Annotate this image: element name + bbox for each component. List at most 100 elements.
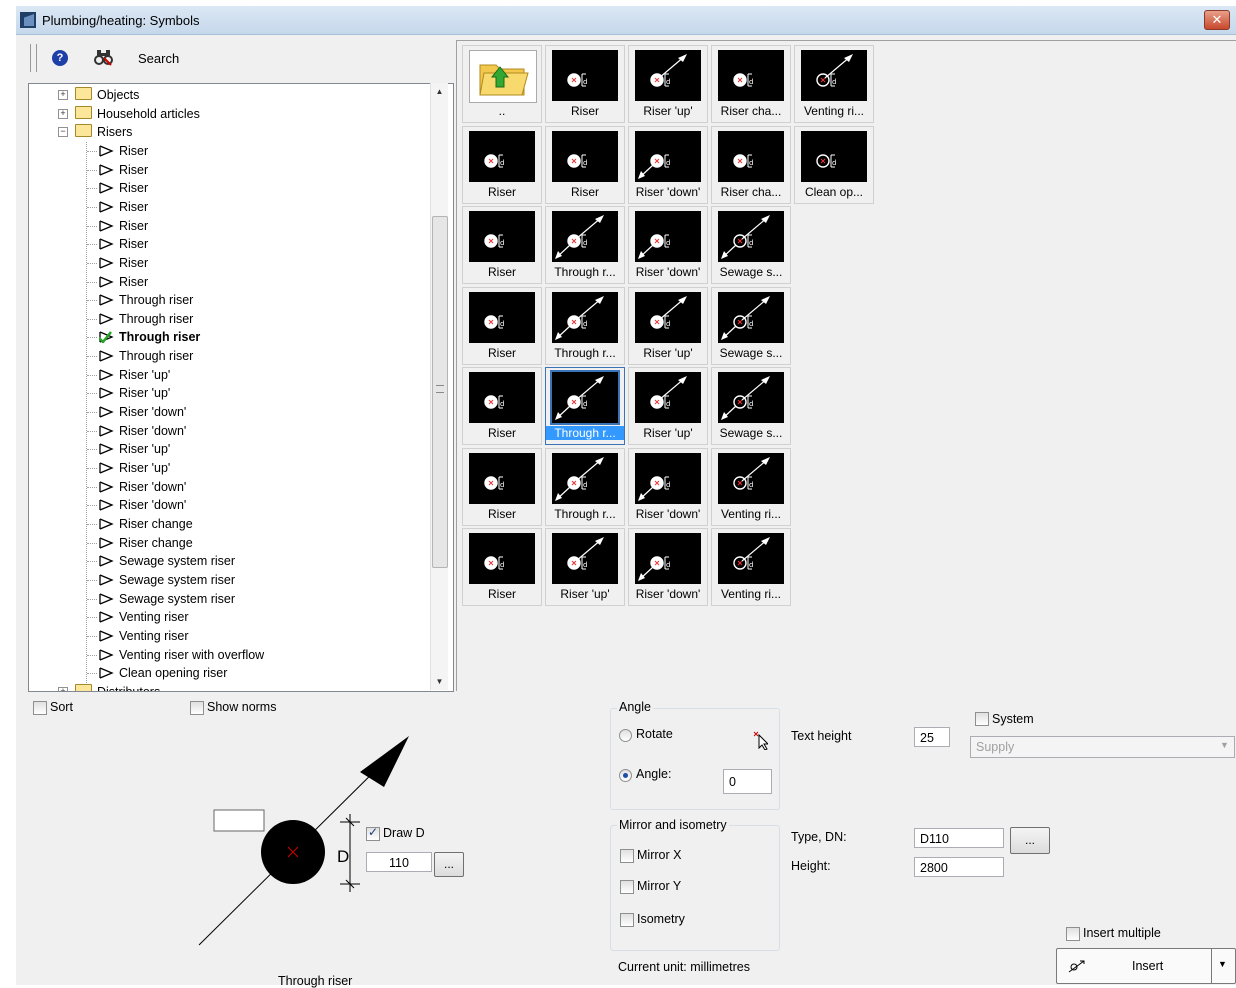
- symbol-tile[interactable]: d Riser cha...: [711, 125, 791, 204]
- symbol-tile[interactable]: d Riser: [545, 125, 625, 204]
- tree-item[interactable]: Sewage system riser: [99, 552, 235, 570]
- tree-item[interactable]: Through riser: [99, 328, 200, 346]
- height-input[interactable]: 2800: [914, 857, 1004, 877]
- tree-item[interactable]: Venting riser: [99, 608, 188, 626]
- tree-folder-objects[interactable]: Objects: [75, 86, 139, 104]
- symbol-tile[interactable]: d Riser 'up': [628, 45, 708, 123]
- close-button[interactable]: ✕: [1204, 10, 1230, 30]
- tree-item[interactable]: Riser change: [99, 534, 193, 552]
- symbol-tile[interactable]: d Riser: [462, 286, 542, 365]
- symbol-tile[interactable]: d Riser 'down': [628, 528, 708, 606]
- system-select[interactable]: Supply: [970, 736, 1235, 758]
- symbol-tile[interactable]: d Riser: [462, 206, 542, 284]
- tree-item[interactable]: Riser: [99, 235, 148, 253]
- tree-item[interactable]: Clean opening riser: [99, 664, 227, 682]
- symbol-tile[interactable]: d Through r...: [545, 447, 625, 526]
- pick-cursor-icon[interactable]: [752, 730, 770, 753]
- tree-item[interactable]: Sewage system riser: [99, 571, 235, 589]
- tree-item[interactable]: Through riser: [99, 310, 193, 328]
- tree-item[interactable]: Riser 'down': [99, 496, 186, 514]
- insert-dropdown-icon[interactable]: ▼: [1218, 959, 1227, 969]
- symbol-tile[interactable]: d Through r...: [545, 367, 625, 445]
- help-icon[interactable]: ?: [52, 50, 68, 66]
- binoculars-icon[interactable]: [94, 48, 114, 71]
- symbol-tile[interactable]: d Sewage s...: [711, 367, 791, 445]
- symbol-tree[interactable]: + Objects + Household articles − Risers Riser R…: [28, 83, 454, 692]
- symbol-tile[interactable]: ..: [462, 45, 542, 123]
- tree-scrollbar[interactable]: ▲ ▼: [430, 83, 448, 690]
- tree-expander[interactable]: +: [58, 108, 68, 119]
- angle-radio[interactable]: [619, 769, 632, 782]
- d-browse-button[interactable]: ...: [434, 852, 464, 877]
- scroll-up-icon[interactable]: ▲: [431, 83, 448, 100]
- system-checkbox[interactable]: [975, 712, 989, 726]
- symbol-tile[interactable]: d Riser 'down': [628, 447, 708, 526]
- tree-item[interactable]: Riser 'up': [99, 366, 170, 384]
- symbol-tile[interactable]: d Riser: [462, 447, 542, 526]
- tree-item[interactable]: Through riser: [99, 291, 193, 309]
- mirror-y-checkbox[interactable]: [620, 880, 634, 894]
- symbol-tile[interactable]: d Venting ri...: [711, 528, 791, 606]
- show-norms-checkbox[interactable]: [190, 701, 204, 715]
- tree-item[interactable]: Riser 'down': [99, 478, 186, 496]
- scroll-thumb[interactable]: [432, 216, 448, 568]
- tree-item[interactable]: Sewage system riser: [99, 590, 235, 608]
- symbol-tile[interactable]: d Through r...: [545, 286, 625, 365]
- symbol-tile[interactable]: d Riser: [462, 528, 542, 606]
- tree-item[interactable]: Riser 'down': [99, 422, 186, 440]
- symbol-tile[interactable]: d Sewage s...: [711, 206, 791, 284]
- symbol-tile[interactable]: d Riser 'up': [628, 367, 708, 445]
- insert-button[interactable]: Insert ▼: [1056, 948, 1236, 984]
- scroll-down-icon[interactable]: ▼: [431, 673, 448, 690]
- tree-item[interactable]: Riser: [99, 273, 148, 291]
- symbol-tile[interactable]: d Riser 'up': [545, 528, 625, 606]
- isometry-checkbox[interactable]: [620, 913, 634, 927]
- tree-item[interactable]: Riser 'up': [99, 459, 170, 477]
- symbol-tile[interactable]: d Sewage s...: [711, 286, 791, 365]
- symbol-tile[interactable]: d Venting ri...: [794, 45, 874, 123]
- sort-checkbox[interactable]: [33, 701, 47, 715]
- text-height-input[interactable]: 25: [914, 727, 950, 747]
- tree-item[interactable]: Riser 'up': [99, 440, 170, 458]
- tree-item[interactable]: Riser: [99, 254, 148, 272]
- symbol-tile[interactable]: d Clean op...: [794, 125, 874, 204]
- tree-folder-risers[interactable]: Risers: [75, 123, 132, 141]
- draw-d-checkbox[interactable]: [366, 825, 380, 841]
- tree-item[interactable]: Riser: [99, 198, 148, 216]
- d-value-input[interactable]: 110: [366, 852, 432, 872]
- tree-expander[interactable]: −: [58, 127, 68, 138]
- symbol-tile[interactable]: d Riser 'down': [628, 125, 708, 204]
- tree-item[interactable]: Venting riser: [99, 627, 188, 645]
- symbol-tile[interactable]: d Through r...: [545, 206, 625, 284]
- symbol-tile[interactable]: d Riser: [462, 125, 542, 204]
- tree-item[interactable]: Riser change: [99, 515, 193, 533]
- mirror-x-checkbox[interactable]: [620, 849, 634, 863]
- symbol-tile[interactable]: d Riser 'up': [628, 286, 708, 365]
- symbol-tile[interactable]: d Riser: [545, 45, 625, 123]
- angle-input[interactable]: 0: [723, 769, 772, 794]
- tree-item[interactable]: Riser 'up': [99, 384, 170, 402]
- tree-expander[interactable]: +: [58, 686, 68, 691]
- tree-item[interactable]: Riser: [99, 179, 148, 197]
- symbol-tile[interactable]: d Riser 'down': [628, 206, 708, 284]
- tree-item[interactable]: Through riser: [99, 347, 193, 365]
- symbol-tile[interactable]: d Venting ri...: [711, 447, 791, 526]
- tree-expander[interactable]: +: [58, 90, 68, 100]
- tree-item[interactable]: Riser: [99, 161, 148, 179]
- tree-item[interactable]: Riser: [99, 142, 148, 160]
- tree-item[interactable]: Riser: [99, 217, 148, 235]
- insert-multiple-checkbox[interactable]: [1066, 927, 1080, 941]
- symbol-tile[interactable]: d Riser cha...: [711, 45, 791, 123]
- search-button[interactable]: Search: [138, 51, 179, 66]
- system-dropdown-icon[interactable]: ▼: [1220, 740, 1229, 750]
- rotate-radio[interactable]: [619, 729, 632, 742]
- type-dn-browse-button[interactable]: ...: [1010, 827, 1050, 854]
- tree-item-label: Riser: [119, 143, 149, 158]
- tree-folder-household-articles[interactable]: Household articles: [75, 105, 200, 123]
- symbol-tile[interactable]: d Riser: [462, 367, 542, 445]
- tree-folder-distributors[interactable]: Distributors: [75, 683, 160, 691]
- tree-item[interactable]: Venting riser with overflow: [99, 646, 264, 664]
- type-dn-input[interactable]: D110: [914, 828, 1004, 848]
- symbol-grid[interactable]: .. d Riser d Riser 'up' d Riser cha... d Venting…: [456, 40, 1236, 691]
- tree-item[interactable]: Riser 'down': [99, 403, 186, 421]
